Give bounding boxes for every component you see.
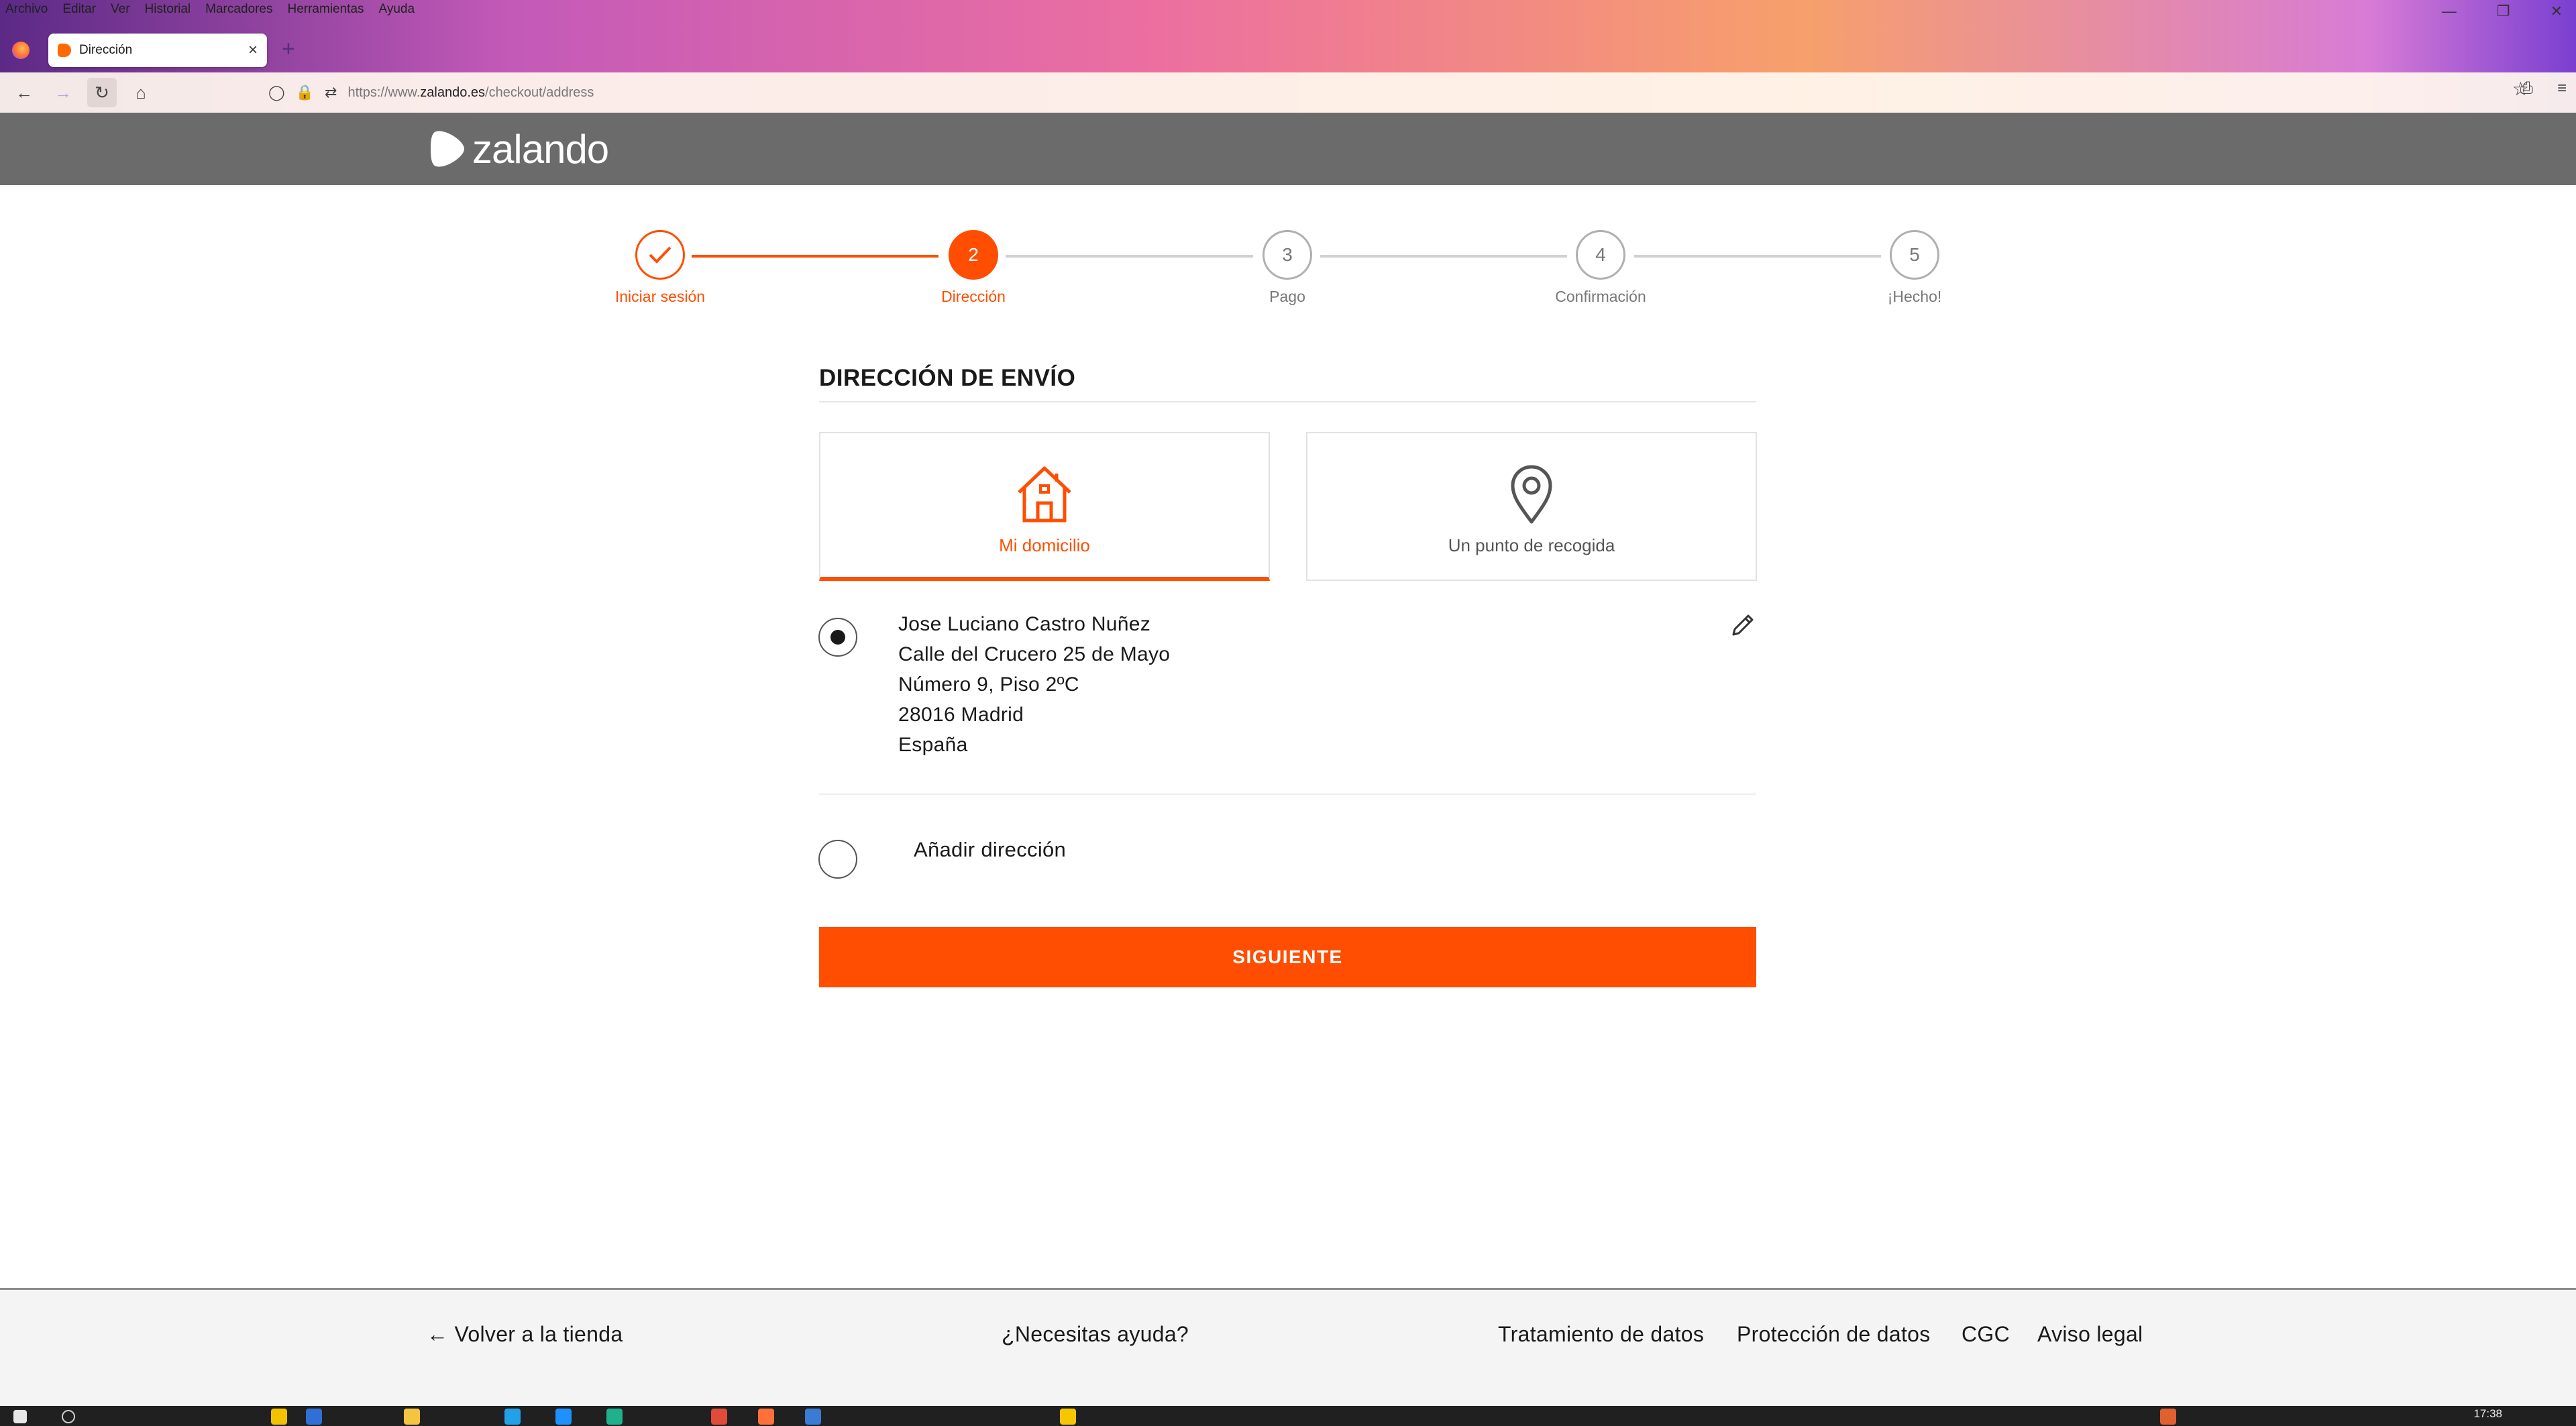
app-icon[interactable] xyxy=(404,1409,420,1425)
menu-bar: Archivo Editar Ver Historial Marcadores … xyxy=(0,0,415,19)
address-bar[interactable]: ◯ 🔒 ⇄ https://www. zalando.es/checkout/ad… xyxy=(268,78,2536,107)
step-label: Confirmación xyxy=(1555,288,1646,305)
data-protection-link[interactable]: Protección de datos xyxy=(1737,1322,1931,1347)
address-line2: Número 9, Piso 2ºC xyxy=(898,673,1079,696)
address-country: España xyxy=(898,734,968,756)
app-icon[interactable] xyxy=(271,1409,287,1425)
url-domain: zalando.es xyxy=(420,85,486,100)
step-label: Dirección xyxy=(941,288,1006,305)
menu-historial[interactable]: Historial xyxy=(145,0,191,19)
location-pin-icon xyxy=(1511,465,1552,524)
step-confirmation: 4 Confirmación xyxy=(1527,228,1674,306)
step-login: Iniciar sesión xyxy=(586,228,734,306)
restore-icon[interactable]: ❐ xyxy=(2497,3,2510,20)
house-icon xyxy=(1018,466,1071,523)
address-line1: Calle del Crucero 25 de Mayo xyxy=(898,643,1171,665)
new-tab-icon[interactable]: + xyxy=(282,36,295,62)
menu-hamburger-icon[interactable]: ≡ xyxy=(2557,79,2567,98)
menu-ver[interactable]: Ver xyxy=(111,0,130,19)
taskbar-clock[interactable]: 17:38 xyxy=(2473,1407,2502,1421)
browser-chrome: Archivo Editar Ver Historial Marcadores … xyxy=(0,0,2576,113)
page-title: DIRECCIÓN DE ENVÍO xyxy=(819,365,1076,391)
step-label: Iniciar sesión xyxy=(614,288,706,305)
zalando-logo[interactable]: zalando xyxy=(429,126,609,172)
app-icon[interactable] xyxy=(606,1409,623,1425)
add-address-radio[interactable] xyxy=(818,840,857,879)
menu-ayuda[interactable]: Ayuda xyxy=(379,0,415,19)
home-icon[interactable]: ⌂ xyxy=(126,78,156,107)
minimize-icon[interactable]: — xyxy=(2442,3,2457,20)
divider xyxy=(819,401,1756,402)
extensions-icon[interactable]: ⎙ xyxy=(2520,79,2533,98)
step-done: 5 ¡Hecho! xyxy=(1841,228,1988,306)
shield-icon[interactable]: ◯ xyxy=(268,84,285,101)
firefox-logo-icon[interactable] xyxy=(12,42,30,59)
terms-link[interactable]: CGC xyxy=(1962,1322,2010,1347)
back-arrow-icon[interactable]: ← xyxy=(9,78,39,107)
logo-text: zalando xyxy=(472,126,609,172)
app-icon[interactable] xyxy=(504,1409,521,1425)
step-address: 2 Dirección xyxy=(900,228,1047,306)
menu-marcadores[interactable]: Marcadores xyxy=(205,0,272,19)
checkmark-icon xyxy=(635,230,685,280)
menu-editar[interactable]: Editar xyxy=(62,0,96,19)
app-icon[interactable] xyxy=(711,1409,727,1425)
step-number: 4 xyxy=(1576,230,1625,280)
address-city: 28016 Madrid xyxy=(898,704,1024,726)
saved-address: Jose Luciano Castro Nuñez Calle del Cruc… xyxy=(898,609,1170,760)
menu-herramientas[interactable]: Herramientas xyxy=(287,0,364,19)
windows-start-icon[interactable] xyxy=(13,1410,27,1423)
app-icon[interactable] xyxy=(555,1409,572,1425)
app-icon[interactable] xyxy=(2160,1409,2176,1425)
lock-icon[interactable]: 🔒 xyxy=(296,84,314,101)
app-icon[interactable] xyxy=(758,1409,774,1425)
app-icon[interactable] xyxy=(306,1409,322,1425)
checkout-stepper: Iniciar sesión 2 Dirección 3 Pago 4 Conf… xyxy=(604,228,1972,315)
tab-strip: Dirección × + xyxy=(0,30,2576,72)
back-to-shop-link[interactable]: ← Volver a la tienda xyxy=(427,1322,623,1347)
step-number: 2 xyxy=(949,230,998,280)
tab-title: Dirección xyxy=(79,43,133,57)
divider xyxy=(819,793,1756,795)
tab-direccion[interactable]: Dirección × xyxy=(48,34,267,67)
zalando-favicon-icon xyxy=(58,44,71,57)
site-header: zalando xyxy=(0,113,2576,185)
navigation-bar: ← → ↻ ⌂ ◯ 🔒 ⇄ https://www. zalando.es/che… xyxy=(0,72,2576,113)
menu-archivo[interactable]: Archivo xyxy=(5,0,48,19)
step-number: 5 xyxy=(1890,230,1939,280)
step-number: 3 xyxy=(1263,230,1312,280)
search-icon[interactable] xyxy=(62,1410,75,1423)
app-icon[interactable] xyxy=(805,1409,821,1425)
help-link[interactable]: ¿Necesitas ayuda? xyxy=(1002,1322,1189,1347)
window-controls: — ❐ ✕ xyxy=(2442,3,2563,20)
next-button[interactable]: SIGUIENTE xyxy=(819,927,1756,987)
forward-arrow-icon[interactable]: → xyxy=(48,78,78,107)
legal-notice-link[interactable]: Aviso legal xyxy=(2037,1322,2143,1347)
footer: ← Volver a la tienda ¿Necesitas ayuda? T… xyxy=(0,1288,2576,1406)
data-processing-link[interactable]: Tratamiento de datos xyxy=(1498,1322,1704,1347)
option-label: Mi domicilio xyxy=(999,535,1090,555)
step-label: Pago xyxy=(1269,288,1305,305)
toolbar-icons: ⎙ ≡ xyxy=(2520,79,2567,98)
back-to-shop-label: Volver a la tienda xyxy=(454,1322,623,1346)
arrow-left-icon: ← xyxy=(427,1322,449,1346)
url-prefix: https://www. xyxy=(347,85,421,100)
zalando-logo-icon xyxy=(431,131,464,167)
address-name: Jose Luciano Castro Nuñez xyxy=(898,613,1151,635)
address-radio[interactable] xyxy=(818,618,857,657)
step-label: ¡Hecho! xyxy=(1887,288,1942,305)
app-icon[interactable] xyxy=(1060,1409,1076,1425)
option-label: Un punto de recogida xyxy=(1448,535,1615,555)
close-window-icon[interactable]: ✕ xyxy=(2551,3,2563,20)
pickup-point-option[interactable]: Un punto de recogida xyxy=(1306,432,1757,581)
windows-taskbar: 17:38 xyxy=(0,1406,2576,1426)
close-tab-icon[interactable]: × xyxy=(248,41,258,60)
home-delivery-option[interactable]: Mi domicilio xyxy=(819,432,1270,581)
url-path: /checkout/address xyxy=(485,85,594,100)
pencil-edit-icon[interactable] xyxy=(1728,612,1756,643)
add-address-label[interactable]: Añadir dirección xyxy=(914,838,1066,862)
step-payment: 3 Pago xyxy=(1214,228,1361,306)
reload-icon[interactable]: ↻ xyxy=(87,78,117,107)
permissions-icon[interactable]: ⇄ xyxy=(325,84,337,101)
